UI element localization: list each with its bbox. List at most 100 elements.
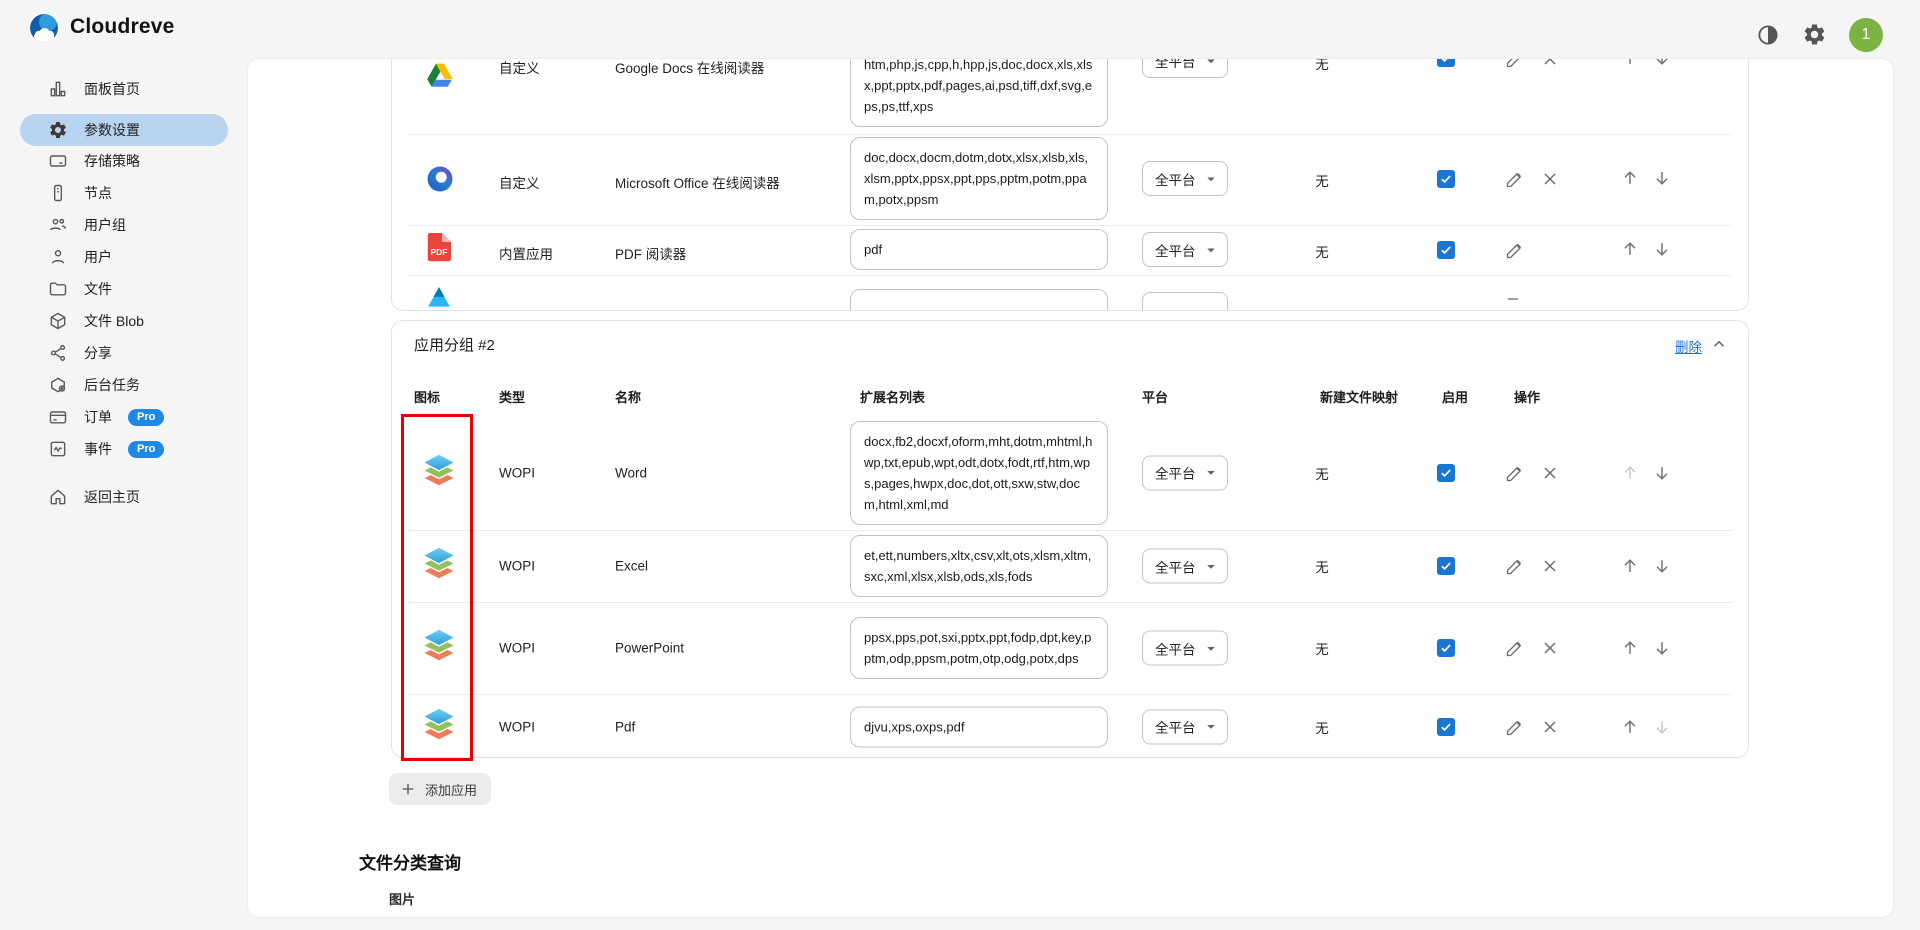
extensions-input-partial[interactable] (850, 289, 1108, 311)
platform-select[interactable]: 全平台 (1142, 455, 1228, 490)
sidebar-item-background-tasks[interactable]: 后台任务 (20, 369, 228, 401)
enabled-checkbox[interactable] (1437, 464, 1455, 482)
app-type: 内置应用 (499, 243, 553, 263)
row-divider (408, 275, 1732, 276)
enabled-checkbox[interactable] (1437, 58, 1455, 67)
move-up-icon[interactable] (1620, 168, 1640, 188)
sidebar-item-users[interactable]: 用户 (20, 241, 228, 273)
enabled-checkbox[interactable] (1437, 170, 1455, 188)
sidebar-item-files[interactable]: 文件 (20, 273, 228, 305)
new-file-mapping-value: 无 (1297, 58, 1347, 73)
move-up-icon[interactable] (1620, 717, 1640, 737)
add-app-button[interactable]: 添加应用 (389, 773, 491, 805)
extensions-input[interactable]: doc,docx,docm,dotm,dotx,xlsx,xlsb,xls,xl… (850, 137, 1108, 220)
move-down-icon[interactable] (1652, 239, 1672, 259)
sidebar-item-settings[interactable]: 参数设置 (20, 114, 228, 146)
table-row-word: WOPI Word docx,fb2,docxf,oform,mht,dotm,… (392, 415, 1748, 530)
caret-down-icon (1202, 58, 1220, 70)
edit-icon[interactable] (1505, 717, 1525, 737)
sidebar-item-dashboard[interactable]: 面板首页 (20, 73, 228, 105)
edit-icon[interactable] (1505, 638, 1525, 658)
new-file-mapping-value: 无 (1297, 717, 1347, 737)
app-name: PDF 阅读器 (615, 243, 686, 263)
wopi-layers-icon (417, 451, 461, 495)
delete-row-icon[interactable] (1540, 556, 1560, 576)
extensions-input[interactable]: htm,php,js,cpp,h,hpp,js,doc,docx,xls,xls… (850, 58, 1108, 127)
viewer-app-icon-google (426, 62, 454, 88)
wopi-layers-icon (417, 705, 461, 749)
enabled-checkbox[interactable] (1437, 639, 1455, 657)
move-down-icon[interactable] (1652, 556, 1672, 576)
platform-select[interactable]: 全平台 (1142, 549, 1228, 584)
new-file-mapping-value: 无 (1297, 638, 1347, 658)
viewer-app-icon-pdf: PDF (426, 232, 452, 262)
delete-row-icon[interactable] (1540, 463, 1560, 483)
sidebar-item-label: 事件 (84, 439, 112, 459)
wopi-layers-icon (417, 626, 461, 670)
enabled-checkbox[interactable] (1437, 241, 1455, 259)
settings-gear-icon[interactable] (1802, 22, 1827, 47)
event-icon (48, 439, 68, 459)
app-name: Google Docs 在线阅读器 (615, 58, 764, 77)
col-header-ext: 扩展名列表 (860, 387, 925, 406)
extensions-input[interactable]: docx,fb2,docxf,oform,mht,dotm,mhtml,hwp,… (850, 421, 1108, 525)
enabled-checkbox[interactable] (1437, 718, 1455, 736)
extensions-input[interactable]: djvu,xps,oxps,pdf (850, 706, 1108, 747)
move-up-icon[interactable] (1620, 638, 1640, 658)
sidebar-item-label: 节点 (84, 183, 112, 203)
extensions-input[interactable]: ppsx,pps,pot,sxi,pptx,ppt,fodp,dpt,key,p… (850, 617, 1108, 679)
caret-down-icon (1202, 464, 1220, 482)
sidebar-item-events[interactable]: 事件 Pro (20, 433, 228, 465)
move-up-icon-disabled[interactable] (1620, 463, 1640, 483)
sidebar-item-label: 订单 (84, 407, 112, 427)
sidebar-item-orders[interactable]: 订单 Pro (20, 401, 228, 433)
storage-policy-icon (48, 151, 68, 171)
sidebar-item-back-home[interactable]: 返回主页 (20, 481, 228, 513)
caret-down-icon (1202, 639, 1220, 657)
sidebar-item-storage-policy[interactable]: 存储策略 (20, 145, 228, 177)
delete-row-icon[interactable] (1540, 169, 1560, 189)
extensions-input[interactable]: pdf (850, 229, 1108, 270)
enabled-checkbox[interactable] (1437, 557, 1455, 575)
edit-icon[interactable] (1505, 58, 1525, 69)
edit-icon[interactable] (1505, 240, 1525, 260)
col-header-actions: 操作 (1514, 387, 1540, 406)
delete-group-link[interactable]: 删除 (1675, 336, 1702, 356)
extensions-input[interactable]: et,ett,numbers,xltx,csv,xlt,ots,xlsm,xlt… (850, 535, 1108, 597)
move-up-icon[interactable] (1620, 556, 1640, 576)
platform-select[interactable]: 全平台 (1142, 161, 1228, 196)
collapse-chevron-up-icon[interactable] (1710, 335, 1728, 353)
move-down-icon[interactable] (1652, 463, 1672, 483)
move-up-icon[interactable] (1620, 58, 1640, 68)
check-icon (1439, 58, 1453, 65)
move-down-icon[interactable] (1652, 168, 1672, 188)
sidebar-item-label: 用户组 (84, 215, 126, 235)
delete-row-icon[interactable] (1540, 58, 1560, 69)
edit-icon[interactable] (1505, 169, 1525, 189)
edit-icon[interactable] (1505, 556, 1525, 576)
app-group-2-card: 应用分组 #2 删除 图标 类型 名称 扩展名列表 平台 新建文件映射 启用 操… (391, 320, 1749, 758)
platform-select[interactable]: 全平台 (1142, 709, 1228, 744)
move-up-icon[interactable] (1620, 239, 1640, 259)
move-down-icon[interactable] (1652, 638, 1672, 658)
avatar[interactable]: 1 (1849, 18, 1883, 52)
order-icon (48, 407, 68, 427)
move-down-icon-disabled[interactable] (1652, 717, 1672, 737)
edit-icon[interactable] (1505, 463, 1525, 483)
sidebar-item-user-groups[interactable]: 用户组 (20, 209, 228, 241)
platform-select[interactable]: 全平台 (1142, 232, 1228, 267)
app-name: Excel (615, 559, 648, 574)
sidebar-item-file-blob[interactable]: 文件 Blob (20, 305, 228, 337)
delete-row-icon[interactable] (1540, 717, 1560, 737)
move-down-icon[interactable] (1652, 58, 1672, 68)
theme-toggle-icon[interactable] (1756, 23, 1780, 47)
platform-select[interactable]: 全平台 (1142, 631, 1228, 666)
delete-row-icon[interactable] (1540, 638, 1560, 658)
platform-select-partial[interactable] (1142, 292, 1228, 311)
platform-select[interactable]: 全平台 (1142, 58, 1228, 78)
sidebar-item-nodes[interactable]: 节点 (20, 177, 228, 209)
subsection-label-image: 图片 (389, 889, 415, 908)
sidebar-item-shares[interactable]: 分享 (20, 337, 228, 369)
check-icon (1439, 641, 1453, 655)
sidebar-item-label: 面板首页 (84, 79, 140, 99)
